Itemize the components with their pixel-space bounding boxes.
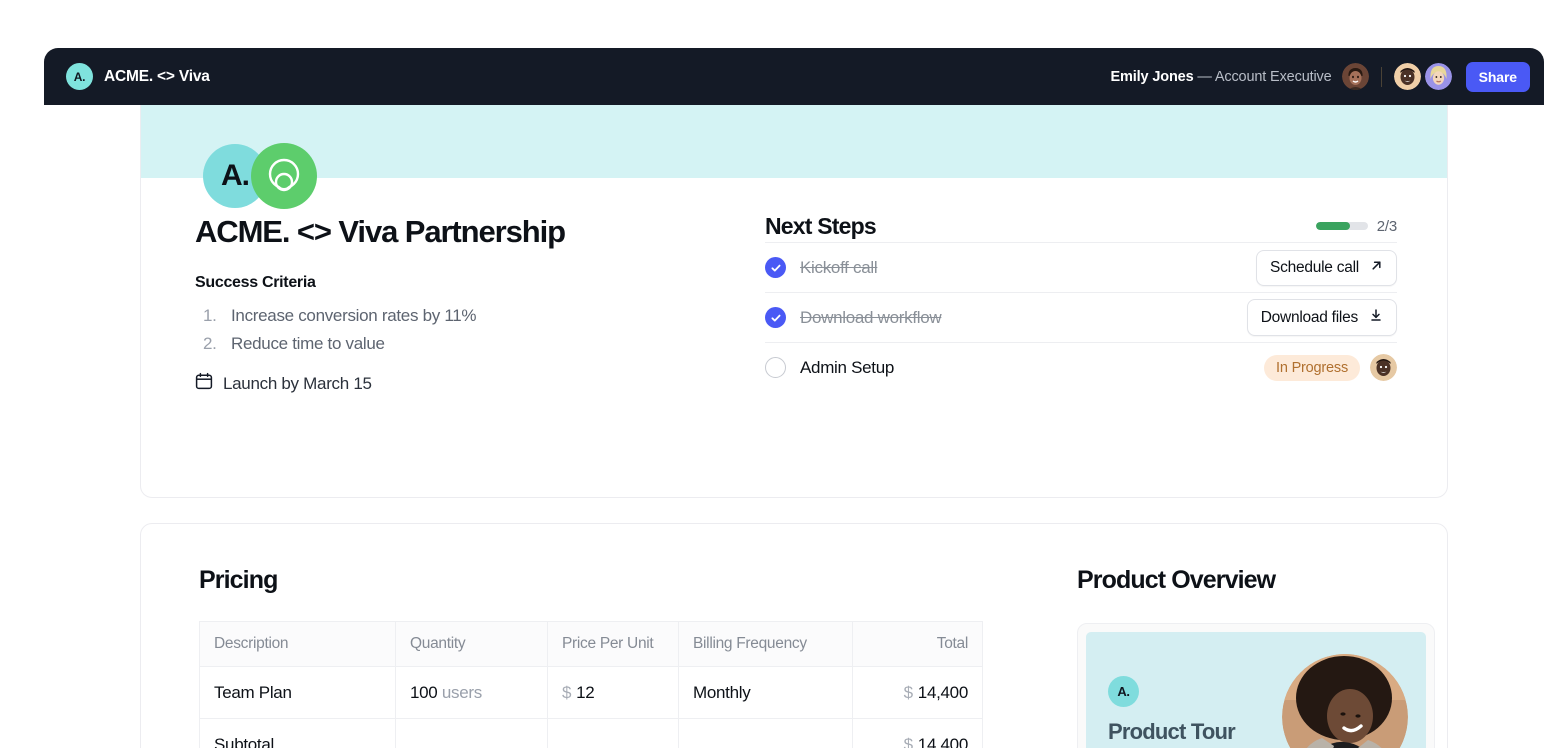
download-files-label: Download files [1261, 309, 1358, 327]
slide-photo [1282, 654, 1408, 748]
page-title: ACME. <> Viva Partnership [195, 215, 795, 249]
column-header-total: Total [853, 622, 983, 667]
download-files-button[interactable]: Download files [1247, 299, 1397, 336]
launch-date-text: Launch by March 15 [223, 374, 372, 394]
table-row[interactable]: Team Plan 100 users $12 Monthly $14,400 [200, 667, 983, 719]
app-window: A. ACME. <> Viva Emily Jones — Account E… [44, 48, 1544, 748]
checkbox-checked-icon[interactable] [765, 307, 786, 328]
list-item: Increase conversion rates by 11% [195, 302, 795, 330]
total-value: 14,400 [918, 735, 968, 748]
checkbox-checked-icon[interactable] [765, 257, 786, 278]
currency-symbol: $ [904, 683, 913, 702]
total-value: 14,400 [918, 683, 968, 702]
cell-total: $14,400 [853, 719, 983, 748]
slide-acme-logo-icon: A. [1108, 676, 1139, 707]
avatar-collaborator-1[interactable] [1394, 63, 1421, 90]
pricing-section: Pricing Description Quantity Price Per U… [199, 566, 979, 748]
next-steps-progress: 2/3 [1316, 218, 1397, 235]
brand[interactable]: A. ACME. <> Viva [66, 63, 210, 90]
avatar-current-user[interactable] [1342, 63, 1369, 90]
next-step-action: Schedule call [1256, 250, 1397, 286]
currency-symbol: $ [562, 683, 571, 702]
column-header-quantity: Quantity [396, 622, 548, 667]
page-body: A. ACME. <> Viva Partnership Success Cri… [44, 105, 1544, 748]
quantity-unit: users [442, 683, 482, 702]
table-header-row: Description Quantity Price Per Unit Bill… [200, 622, 983, 667]
brand-logo-icon: A. [66, 63, 93, 90]
next-step-action: In Progress [1264, 354, 1397, 381]
quantity-value: 100 [410, 683, 437, 702]
calendar-icon [195, 372, 213, 395]
pricing-title: Pricing [199, 566, 979, 595]
avatar-assignee[interactable] [1370, 354, 1397, 381]
next-step-label: Kickoff call [800, 258, 877, 278]
avatar-collaborator-2[interactable] [1425, 63, 1452, 90]
product-tour-slide-frame[interactable]: A. Product Tour Accelerate product devel… [1077, 623, 1435, 748]
avatar-divider [1381, 67, 1382, 87]
cell-billing-frequency: Monthly [679, 667, 853, 719]
table-row[interactable]: Subtotal $14,400 [200, 719, 983, 748]
user-name: Emily Jones [1111, 69, 1194, 85]
product-tour-slide: A. Product Tour Accelerate product devel… [1086, 632, 1426, 748]
partnership-logos: A. [203, 143, 317, 209]
share-button[interactable]: Share [1466, 62, 1530, 92]
success-criteria-heading: Success Criteria [195, 274, 795, 292]
status-badge: In Progress [1264, 355, 1360, 381]
product-overview-title: Product Overview [1077, 566, 1407, 595]
cell-description: Team Plan [200, 667, 396, 719]
viva-logo-icon [251, 143, 317, 209]
cell-price-per-unit [548, 719, 679, 748]
current-user: Emily Jones — Account Executive [1111, 69, 1332, 85]
cell-description: Subtotal [200, 719, 396, 748]
schedule-call-label: Schedule call [1270, 259, 1359, 277]
next-step-label: Admin Setup [800, 358, 894, 378]
next-steps-section: Next Steps 2/3 Kickoff call [765, 210, 1397, 392]
arrow-up-right-icon [1370, 259, 1383, 277]
product-overview-section: Product Overview A. Product Tour Acceler… [1077, 566, 1407, 748]
hero-left-column: ACME. <> Viva Partnership Success Criter… [195, 215, 795, 395]
launch-date: Launch by March 15 [195, 372, 795, 395]
pricing-table: Description Quantity Price Per Unit Bill… [199, 621, 983, 748]
cell-price-per-unit: $12 [548, 667, 679, 719]
cell-quantity: 100 users [396, 667, 548, 719]
success-criteria-list: Increase conversion rates by 11% Reduce … [195, 302, 795, 358]
next-step-row-download-workflow[interactable]: Download workflow Download files [765, 292, 1397, 342]
column-header-price-per-unit: Price Per Unit [548, 622, 679, 667]
progress-count: 2/3 [1377, 218, 1397, 235]
top-bar-right: Emily Jones — Account Executive [1111, 62, 1530, 92]
next-steps-header: Next Steps 2/3 [765, 210, 1397, 242]
next-step-row-admin-setup[interactable]: Admin Setup In Progress [765, 342, 1397, 392]
user-role: — Account Executive [1197, 69, 1331, 85]
progress-bar [1316, 222, 1368, 230]
top-bar: A. ACME. <> Viva Emily Jones — Account E… [44, 48, 1544, 105]
next-step-label: Download workflow [800, 308, 941, 328]
cell-quantity [396, 719, 548, 748]
next-step-row-kickoff-call[interactable]: Kickoff call Schedule call [765, 242, 1397, 292]
progress-bar-fill [1316, 222, 1351, 230]
cell-total: $14,400 [853, 667, 983, 719]
pricing-overview-card: Pricing Description Quantity Price Per U… [140, 523, 1448, 748]
column-header-billing-frequency: Billing Frequency [679, 622, 853, 667]
partnership-hero-card: A. ACME. <> Viva Partnership Success Cri… [140, 105, 1448, 498]
download-icon [1369, 308, 1383, 327]
list-item: Reduce time to value [195, 330, 795, 358]
price-value: 12 [576, 683, 594, 702]
hero-banner [141, 105, 1447, 178]
cell-billing-frequency [679, 719, 853, 748]
schedule-call-button[interactable]: Schedule call [1256, 250, 1397, 286]
brand-title: ACME. <> Viva [104, 68, 210, 86]
column-header-description: Description [200, 622, 396, 667]
checkbox-unchecked-icon[interactable] [765, 357, 786, 378]
currency-symbol: $ [904, 735, 913, 748]
next-step-action: Download files [1247, 299, 1397, 336]
collaborator-avatars [1394, 63, 1452, 90]
next-steps-title: Next Steps [765, 213, 876, 240]
